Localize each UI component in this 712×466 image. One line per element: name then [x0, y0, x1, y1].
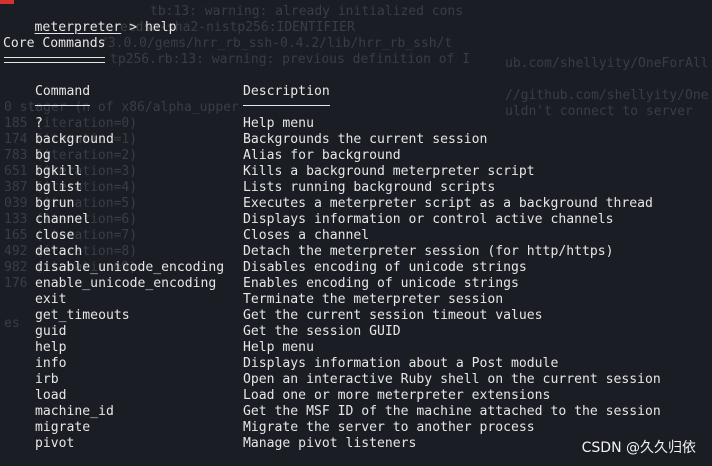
- column-rule-description: [243, 105, 330, 106]
- column-header-description: Description: [243, 84, 330, 99]
- command-name: bg: [35, 148, 51, 163]
- command-description: Manage pivot listeners: [243, 436, 417, 451]
- command-description: Kills a background meterpreter script: [243, 164, 535, 179]
- prompt-command: help: [144, 20, 177, 35]
- command-description: Load one or more meterpreter extensions: [243, 388, 551, 403]
- command-name: enable_unicode_encoding: [35, 276, 217, 291]
- command-name: info: [35, 356, 67, 371]
- command-description: Detach the meterpreter session (for http…: [243, 244, 614, 259]
- table-row: bgrun Executes a meterpreter script as a…: [0, 196, 712, 212]
- command-name: close: [35, 228, 75, 243]
- prompt-line: meterpreter > help: [3, 4, 177, 35]
- column-rule-command: [35, 105, 90, 106]
- command-description: Backgrounds the current session: [243, 132, 488, 147]
- command-name: channel: [35, 212, 91, 227]
- command-name: ?: [35, 116, 43, 131]
- table-row: help Help menu: [0, 340, 712, 356]
- table-row: channel Displays information or control …: [0, 212, 712, 228]
- command-description: Get the MSF ID of the machine attached t…: [243, 404, 661, 419]
- command-name: exit: [35, 292, 67, 307]
- command-description: Executes a meterpreter script as a backg…: [243, 196, 653, 211]
- command-name: disable_unicode_encoding: [35, 260, 225, 275]
- command-name: irb: [35, 372, 59, 387]
- command-name: load: [35, 388, 67, 403]
- command-description: Lists running background scripts: [243, 180, 496, 195]
- table-row: bgkill Kills a background meterpreter sc…: [0, 164, 712, 180]
- command-name: get_timeouts: [35, 308, 130, 323]
- command-name: bgkill: [35, 164, 83, 179]
- table-row: ? Help menu: [0, 116, 712, 132]
- command-description: Closes a channel: [243, 228, 370, 243]
- table-row: bg Alias for background: [0, 148, 712, 164]
- table-row: bglist Lists running background scripts: [0, 180, 712, 196]
- command-description: Displays information or control active c…: [243, 212, 614, 227]
- table-row: guid Get the session GUID: [0, 324, 712, 340]
- table-row: machine_id Get the MSF ID of the machine…: [0, 404, 712, 420]
- command-name: background: [35, 132, 114, 147]
- command-name: bgrun: [35, 196, 75, 211]
- prompt-symbol: >: [129, 20, 138, 35]
- command-name: detach: [35, 244, 83, 259]
- table-row: disable_unicode_encoding Disables encodi…: [0, 260, 712, 276]
- table-row: enable_unicode_encoding Enables encoding…: [0, 276, 712, 292]
- table-row: info Displays information about a Post m…: [0, 356, 712, 372]
- command-name: guid: [35, 324, 67, 339]
- command-description: Disables encoding of unicode strings: [243, 260, 527, 275]
- command-name: machine_id: [35, 404, 114, 419]
- table-row: detach Detach the meterpreter session (f…: [0, 244, 712, 260]
- table-row: close Closes a channel: [0, 228, 712, 244]
- terminal-window[interactable]: tb:13: warning: already initialized cons…: [0, 0, 712, 466]
- command-description: Displays information about a Post module: [243, 356, 559, 371]
- table-row: exit Terminate the meterpreter session: [0, 292, 712, 308]
- table-row: background Backgrounds the current sessi…: [0, 132, 712, 148]
- command-name: bglist: [35, 180, 83, 195]
- csdn-watermark: CSDN @久久归依: [581, 440, 696, 456]
- command-name: pivot: [35, 436, 75, 451]
- command-description: Migrate the server to another process: [243, 420, 535, 435]
- command-name: help: [35, 340, 67, 355]
- command-description: Help menu: [243, 340, 314, 355]
- command-description: Open an interactive Ruby shell on the cu…: [243, 372, 661, 387]
- command-description: Get the current session timeout values: [243, 308, 543, 323]
- command-description: Terminate the meterpreter session: [243, 292, 504, 307]
- section-title-underline: [4, 57, 105, 63]
- command-description: Enables encoding of unicode strings: [243, 276, 519, 291]
- prompt-name: meterpreter: [34, 20, 122, 35]
- command-name: migrate: [35, 420, 91, 435]
- table-row: get_timeouts Get the current session tim…: [0, 308, 712, 324]
- column-header-command: Command: [35, 84, 91, 99]
- table-row: migrate Migrate the server to another pr…: [0, 420, 712, 436]
- table-row: irb Open an interactive Ruby shell on th…: [0, 372, 712, 388]
- section-title: Core Commands: [3, 36, 106, 51]
- command-description: Alias for background: [243, 148, 401, 163]
- command-description: Get the session GUID: [243, 324, 401, 339]
- table-row: load Load one or more meterpreter extens…: [0, 388, 712, 404]
- command-description: Help menu: [243, 116, 314, 131]
